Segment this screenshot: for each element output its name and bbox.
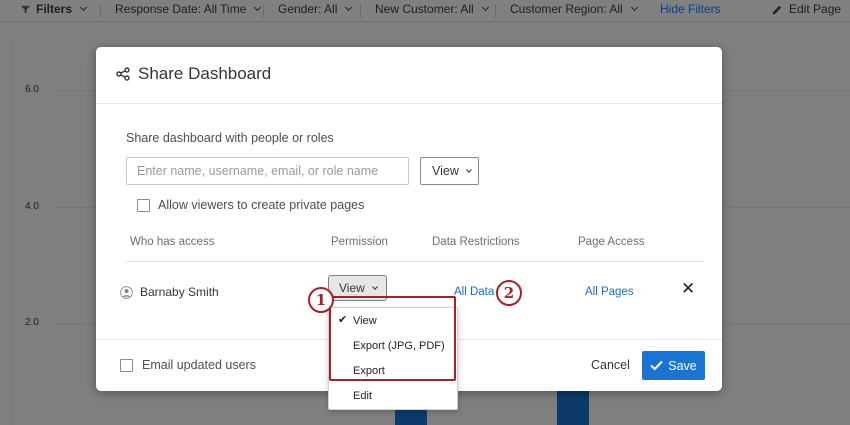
annotation-badge-1: 1 xyxy=(308,287,334,313)
divider xyxy=(96,103,722,104)
divider xyxy=(100,4,101,18)
modal-header: Share Dashboard xyxy=(116,64,271,84)
divider xyxy=(263,4,264,18)
gender-filter[interactable]: Gender: All xyxy=(278,2,353,16)
share-icon xyxy=(116,67,130,81)
dropdown-option-edit[interactable]: Edit xyxy=(329,383,457,408)
chevron-down-icon xyxy=(466,166,472,173)
chart-bar xyxy=(557,385,589,425)
y-tick-label: 4.0 xyxy=(25,201,39,212)
filters-label: Filters xyxy=(36,2,73,16)
dropdown-option-label: Edit xyxy=(353,389,372,402)
new-customer-filter[interactable]: New Customer: All xyxy=(375,2,489,16)
gender-label: Gender: All xyxy=(278,2,338,16)
new-customer-label: New Customer: All xyxy=(375,2,474,16)
response-date-filter[interactable]: Response Date: All Time xyxy=(115,2,262,16)
allow-private-pages-checkbox[interactable] xyxy=(137,198,150,212)
edit-page-label: Edit Page xyxy=(789,2,842,16)
share-search-input[interactable] xyxy=(126,157,409,185)
allow-private-pages-option: Allow viewers to create private pages xyxy=(137,198,364,212)
chevron-down-icon xyxy=(630,3,638,12)
chevron-down-icon xyxy=(345,3,353,12)
user-cell: Barnaby Smith xyxy=(120,285,219,299)
email-updated-users-checkbox[interactable] xyxy=(120,358,133,372)
column-header-permission: Permission xyxy=(331,236,388,248)
edit-page-button[interactable]: Edit Page xyxy=(772,2,841,16)
column-header-who: Who has access xyxy=(130,236,215,248)
annotation-badge-2: 2 xyxy=(496,280,522,306)
annotation-highlight-box xyxy=(329,296,456,381)
permission-select-value: View xyxy=(432,164,459,178)
y-tick-label: 6.0 xyxy=(25,84,39,95)
column-header-page-access: Page Access xyxy=(578,236,645,248)
customer-region-filter[interactable]: Customer Region: All xyxy=(510,2,638,16)
email-updated-users-label: Email updated users xyxy=(142,358,256,372)
data-restrictions-link[interactable]: All Data xyxy=(454,286,494,298)
row-permission-value: View xyxy=(339,281,365,295)
permission-select[interactable]: View xyxy=(420,157,479,185)
chevron-down-icon xyxy=(254,3,262,12)
checkmark-icon xyxy=(650,360,663,371)
modal-title: Share Dashboard xyxy=(138,64,272,83)
cancel-button[interactable]: Cancel xyxy=(591,358,630,372)
allow-private-pages-label: Allow viewers to create private pages xyxy=(158,198,365,212)
chevron-down-icon xyxy=(79,3,88,12)
column-header-data-restrictions: Data Restrictions xyxy=(432,236,520,248)
user-avatar-icon xyxy=(120,285,133,299)
filter-bar: Filters Response Date: All Time Gender: … xyxy=(0,0,850,22)
divider xyxy=(126,261,704,262)
page-access-link[interactable]: All Pages xyxy=(585,286,634,298)
save-button[interactable]: Save xyxy=(642,351,705,380)
customer-region-label: Customer Region: All xyxy=(510,2,623,16)
divider xyxy=(360,4,361,18)
save-label: Save xyxy=(668,358,697,373)
y-tick-label: 2.0 xyxy=(25,317,39,328)
hide-filters-link[interactable]: Hide Filters xyxy=(660,2,721,16)
close-icon[interactable]: ✕ xyxy=(681,280,695,297)
divider xyxy=(495,4,496,18)
share-with-label: Share dashboard with people or roles xyxy=(126,131,334,145)
email-updated-users-option: Email updated users xyxy=(120,358,256,372)
pencil-icon xyxy=(772,5,782,14)
user-name: Barnaby Smith xyxy=(140,285,219,299)
response-date-label: Response Date: All Time xyxy=(115,2,247,16)
filters-toggle[interactable]: Filters xyxy=(21,2,88,16)
filter-icon xyxy=(21,5,30,14)
chevron-down-icon xyxy=(481,3,489,12)
chevron-down-icon xyxy=(371,283,378,290)
